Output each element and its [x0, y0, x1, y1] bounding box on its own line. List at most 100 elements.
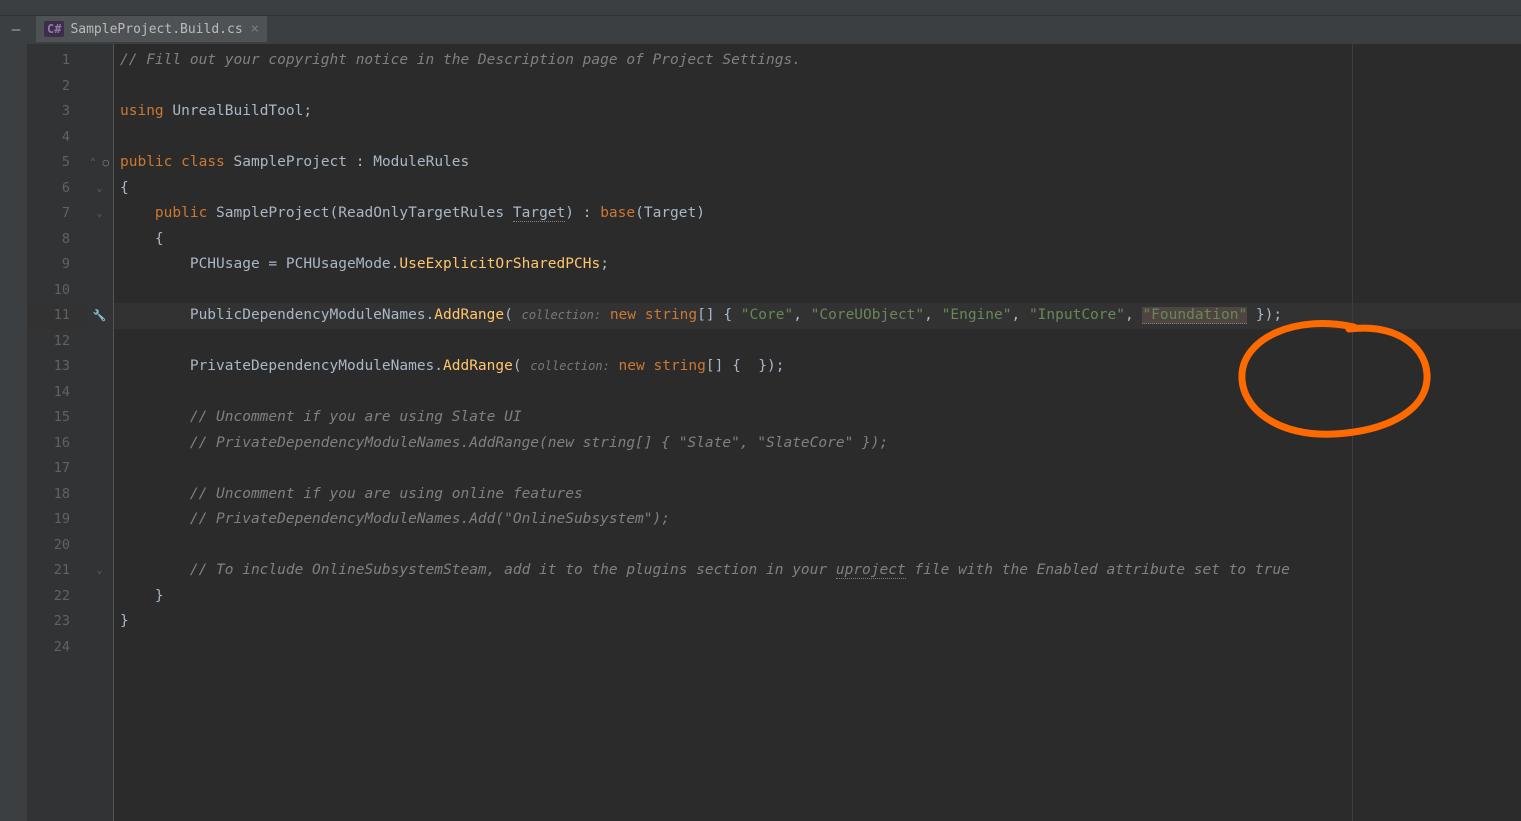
code-line[interactable]: [114, 635, 1521, 661]
code-line[interactable]: // To include OnlineSubsystemSteam, add …: [114, 558, 1521, 584]
comment-text: // PrivateDependencyModuleNames.AddRange…: [190, 435, 888, 451]
code-line[interactable]: [114, 74, 1521, 100]
code-line[interactable]: PCHUsage = PCHUsageMode.UseExplicitOrSha…: [114, 252, 1521, 278]
marker-row: [86, 635, 113, 661]
line-number[interactable]: 4: [28, 125, 86, 151]
marker-row: [86, 329, 113, 355]
line-number[interactable]: 6: [28, 176, 86, 202]
enum-type: PCHUsageMode: [286, 256, 391, 272]
param-type: ReadOnlyTargetRules: [338, 205, 504, 221]
marker-row: [86, 482, 113, 508]
marker-row: ⌄: [86, 176, 113, 202]
line-number[interactable]: 17: [28, 456, 86, 482]
ctor-name: SampleProject: [216, 205, 330, 221]
marker-row: [86, 380, 113, 406]
marker-row: [86, 584, 113, 610]
type: string: [653, 358, 705, 374]
code-line[interactable]: // Uncomment if you are using online fea…: [114, 482, 1521, 508]
line-number[interactable]: 21: [28, 558, 86, 584]
line-number[interactable]: 13: [28, 354, 86, 380]
close-icon[interactable]: ×: [251, 21, 259, 37]
base-class: ModuleRules: [373, 154, 469, 170]
string-literal: "Engine": [942, 307, 1012, 323]
line-number[interactable]: 23: [28, 609, 86, 635]
line-number[interactable]: 3: [28, 99, 86, 125]
csharp-icon: C#: [44, 21, 64, 37]
line-number[interactable]: 12: [28, 329, 86, 355]
code-line[interactable]: }: [114, 609, 1521, 635]
marker-row: [86, 431, 113, 457]
line-number[interactable]: 10: [28, 278, 86, 304]
left-tool-strip[interactable]: [0, 44, 28, 821]
code-line[interactable]: [114, 456, 1521, 482]
line-number[interactable]: 8: [28, 227, 86, 253]
line-number[interactable]: 14: [28, 380, 86, 406]
comment-text: // Fill out your copyright notice in the…: [120, 52, 801, 68]
line-number[interactable]: 24: [28, 635, 86, 661]
method: AddRange: [443, 358, 513, 374]
param-hint: collection:: [522, 308, 601, 322]
param-name: Target: [513, 205, 565, 222]
code-line[interactable]: {: [114, 227, 1521, 253]
editor-area: 1 2 3 4 5 6 7 8 9 10 11 12 13 14 15 16 1…: [0, 44, 1521, 821]
line-number[interactable]: 15: [28, 405, 86, 431]
line-number[interactable]: 22: [28, 584, 86, 610]
code-line[interactable]: // PrivateDependencyModuleNames.AddRange…: [114, 431, 1521, 457]
marker-row: [86, 354, 113, 380]
override-icon[interactable]: ○: [103, 156, 110, 169]
marker-row: ⌄: [86, 558, 113, 584]
keyword: using: [120, 103, 164, 119]
line-number[interactable]: 2: [28, 74, 86, 100]
base-arg: Target: [644, 205, 696, 221]
keyword: public: [155, 205, 207, 221]
string-literal: "InputCore": [1029, 307, 1125, 323]
marker-row: [86, 252, 113, 278]
code-line[interactable]: PublicDependencyModuleNames.AddRange( co…: [114, 303, 1521, 329]
line-number[interactable]: 5: [28, 150, 86, 176]
comment-text: // Uncomment if you are using Slate UI: [190, 409, 522, 425]
toolbar-top-strip: [0, 0, 1521, 16]
fold-icon[interactable]: ⌄: [96, 183, 102, 194]
code-line[interactable]: public SampleProject(ReadOnlyTargetRules…: [114, 201, 1521, 227]
code-line[interactable]: }: [114, 584, 1521, 610]
line-number[interactable]: 20: [28, 533, 86, 559]
wrench-icon[interactable]: 🔧: [93, 309, 107, 322]
code-line[interactable]: // PrivateDependencyModuleNames.Add("Onl…: [114, 507, 1521, 533]
line-number[interactable]: 11: [28, 303, 86, 329]
marker-row: [86, 456, 113, 482]
line-number[interactable]: 1: [28, 48, 86, 74]
comment-text: // PrivateDependencyModuleNames.Add("Onl…: [190, 511, 670, 527]
tool-window-toggle[interactable]: —: [6, 20, 26, 40]
code-line[interactable]: [114, 380, 1521, 406]
comment-text: // To include OnlineSubsystemSteam, add …: [190, 562, 836, 578]
code-editor[interactable]: // Fill out your copyright notice in the…: [114, 44, 1521, 821]
string-literal: "CoreUObject": [811, 307, 925, 323]
keyword: public: [120, 154, 172, 170]
line-number[interactable]: 16: [28, 431, 86, 457]
code-line[interactable]: PrivateDependencyModuleNames.AddRange( c…: [114, 354, 1521, 380]
code-line[interactable]: // Fill out your copyright notice in the…: [114, 48, 1521, 74]
string-literal: "Core": [741, 307, 793, 323]
fold-icon[interactable]: ⌄: [96, 208, 102, 219]
code-line[interactable]: [114, 329, 1521, 355]
keyword: class: [181, 154, 225, 170]
code-line[interactable]: {: [114, 176, 1521, 202]
marker-row: [86, 609, 113, 635]
enum-value: UseExplicitOrSharedPCHs: [399, 256, 600, 272]
code-line[interactable]: [114, 278, 1521, 304]
field: PCHUsage: [190, 256, 260, 272]
line-number[interactable]: 19: [28, 507, 86, 533]
line-number[interactable]: 7: [28, 201, 86, 227]
code-line[interactable]: [114, 125, 1521, 151]
editor-tab[interactable]: C# SampleProject.Build.cs ×: [36, 16, 267, 44]
field: PrivateDependencyModuleNames: [190, 358, 434, 374]
navigate-up-icon[interactable]: ⌃: [90, 157, 96, 168]
code-line[interactable]: using UnrealBuildTool;: [114, 99, 1521, 125]
code-line[interactable]: // Uncomment if you are using Slate UI: [114, 405, 1521, 431]
code-line[interactable]: public class SampleProject : ModuleRules: [114, 150, 1521, 176]
fold-icon[interactable]: ⌄: [96, 565, 102, 576]
line-number[interactable]: 18: [28, 482, 86, 508]
code-line[interactable]: [114, 533, 1521, 559]
line-number-gutter[interactable]: 1 2 3 4 5 6 7 8 9 10 11 12 13 14 15 16 1…: [28, 44, 86, 821]
line-number[interactable]: 9: [28, 252, 86, 278]
